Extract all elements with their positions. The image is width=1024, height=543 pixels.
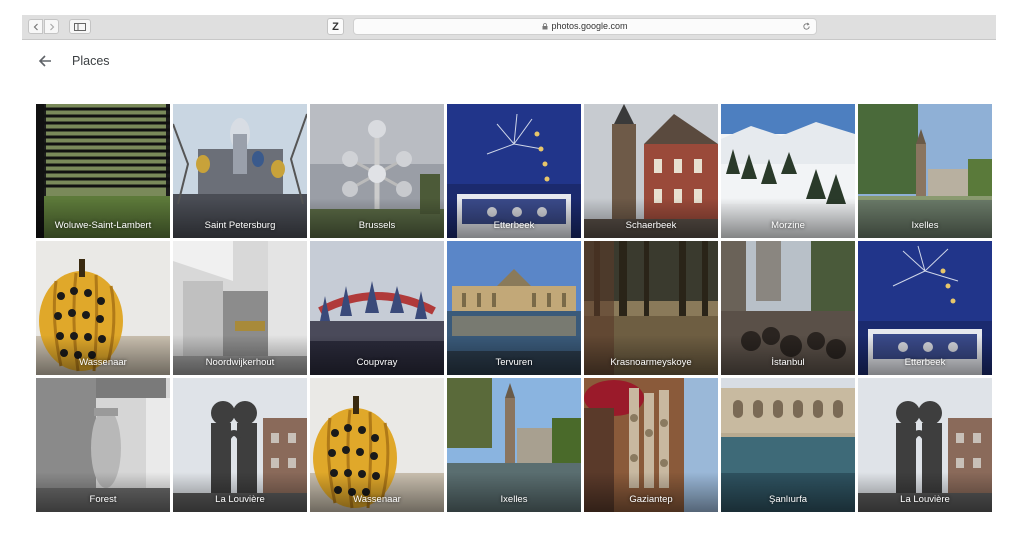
lock-icon (542, 23, 548, 30)
place-photo (447, 241, 581, 375)
place-tile-forest[interactable]: Forest (36, 378, 170, 512)
place-tile-wassenaar[interactable]: Wassenaar (36, 241, 170, 375)
chevron-right-icon (49, 23, 54, 30)
place-tile-brussels[interactable]: Brussels (310, 104, 444, 238)
place-photo (310, 104, 444, 238)
place-tile-krasnoarmeyskoye[interactable]: Krasnoarmeyskoye (584, 241, 718, 375)
place-photo (858, 104, 992, 238)
place-photo (721, 104, 855, 238)
place-label: Forest (89, 494, 117, 505)
back-arrow-button[interactable] (36, 52, 54, 70)
place-photo (36, 378, 170, 512)
browser-toolbar: Z photos.google.com (22, 15, 996, 40)
place-tile-saint-petersburg[interactable]: Saint Petersburg (173, 104, 307, 238)
place-photo (447, 104, 581, 238)
place-tile-istanbul[interactable]: İstanbul (721, 241, 855, 375)
place-label: Şanlıurfa (768, 494, 808, 505)
place-photo (36, 241, 170, 375)
place-tile-gaziantep[interactable]: Gaziantep (584, 378, 718, 512)
browser-forward-button[interactable] (44, 19, 59, 34)
place-tile-etterbeek[interactable]: Etterbeek (447, 104, 581, 238)
place-tile-ixelles[interactable]: Ixelles (858, 104, 992, 238)
place-photo (310, 378, 444, 512)
browser-back-button[interactable] (28, 19, 43, 34)
place-label: Ixelles (500, 494, 528, 505)
place-tile-la-louviere[interactable]: La Louvière (858, 378, 992, 512)
page-title: Places (72, 54, 110, 68)
place-label: La Louvière (215, 494, 265, 505)
arrow-left-icon (38, 55, 51, 67)
place-photo (310, 241, 444, 375)
place-label: Woluwe-Saint-Lambert (54, 220, 152, 231)
place-tile-tervuren[interactable]: Tervuren (447, 241, 581, 375)
url-display: photos.google.com (354, 21, 816, 31)
place-photo (721, 241, 855, 375)
place-label: Krasnoarmeyskoye (610, 357, 692, 368)
place-photo (584, 241, 718, 375)
place-photo (858, 241, 992, 375)
place-photo (584, 378, 718, 512)
place-tile-coupvray[interactable]: Coupvray (310, 241, 444, 375)
place-photo (173, 241, 307, 375)
place-label: Noordwijkerhout (205, 357, 275, 368)
place-photo (721, 378, 855, 512)
sidebar-toggle-button[interactable] (69, 19, 91, 34)
place-label: Coupvray (356, 357, 398, 368)
places-grid: Woluwe-Saint-Lambert Saint Petersburg Br… (36, 104, 994, 514)
place-label: La Louvière (900, 494, 950, 505)
place-label: Gaziantep (629, 494, 673, 505)
place-label: İstanbul (771, 357, 805, 368)
place-tile-schaerbeek[interactable]: Schaerbeek (584, 104, 718, 238)
place-tile-la-louviere[interactable]: La Louvière (173, 378, 307, 512)
place-tile-woluwe-saint-lambert[interactable]: Woluwe-Saint-Lambert (36, 104, 170, 238)
address-bar[interactable]: photos.google.com (353, 18, 817, 35)
place-photo (173, 104, 307, 238)
reload-icon[interactable] (802, 22, 811, 31)
place-tile-etterbeek[interactable]: Etterbeek (858, 241, 992, 375)
place-label: Schaerbeek (625, 220, 677, 231)
place-tile-ixelles[interactable]: Ixelles (447, 378, 581, 512)
place-label: Etterbeek (904, 357, 946, 368)
place-photo (36, 104, 170, 238)
chevron-left-icon (33, 23, 38, 30)
favorite-site-button[interactable]: Z (327, 18, 344, 35)
place-tile-wassenaar[interactable]: Wassenaar (310, 378, 444, 512)
place-label: Ixelles (911, 220, 939, 231)
place-label: Brussels (358, 220, 396, 231)
place-label: Wassenaar (79, 357, 127, 368)
place-tile-sanliurfa[interactable]: Şanlıurfa (721, 378, 855, 512)
place-label: Etterbeek (493, 220, 535, 231)
place-tile-morzine[interactable]: Morzine (721, 104, 855, 238)
place-photo (173, 378, 307, 512)
url-text: photos.google.com (551, 21, 628, 31)
place-label: Saint Petersburg (204, 220, 276, 231)
place-photo (858, 378, 992, 512)
place-photo (584, 104, 718, 238)
place-label: Morzine (771, 220, 805, 231)
place-photo (447, 378, 581, 512)
place-tile-noordwijkerhout[interactable]: Noordwijkerhout (173, 241, 307, 375)
place-label: Wassenaar (353, 494, 401, 505)
sidebar-icon (74, 22, 86, 31)
place-label: Tervuren (495, 357, 533, 368)
